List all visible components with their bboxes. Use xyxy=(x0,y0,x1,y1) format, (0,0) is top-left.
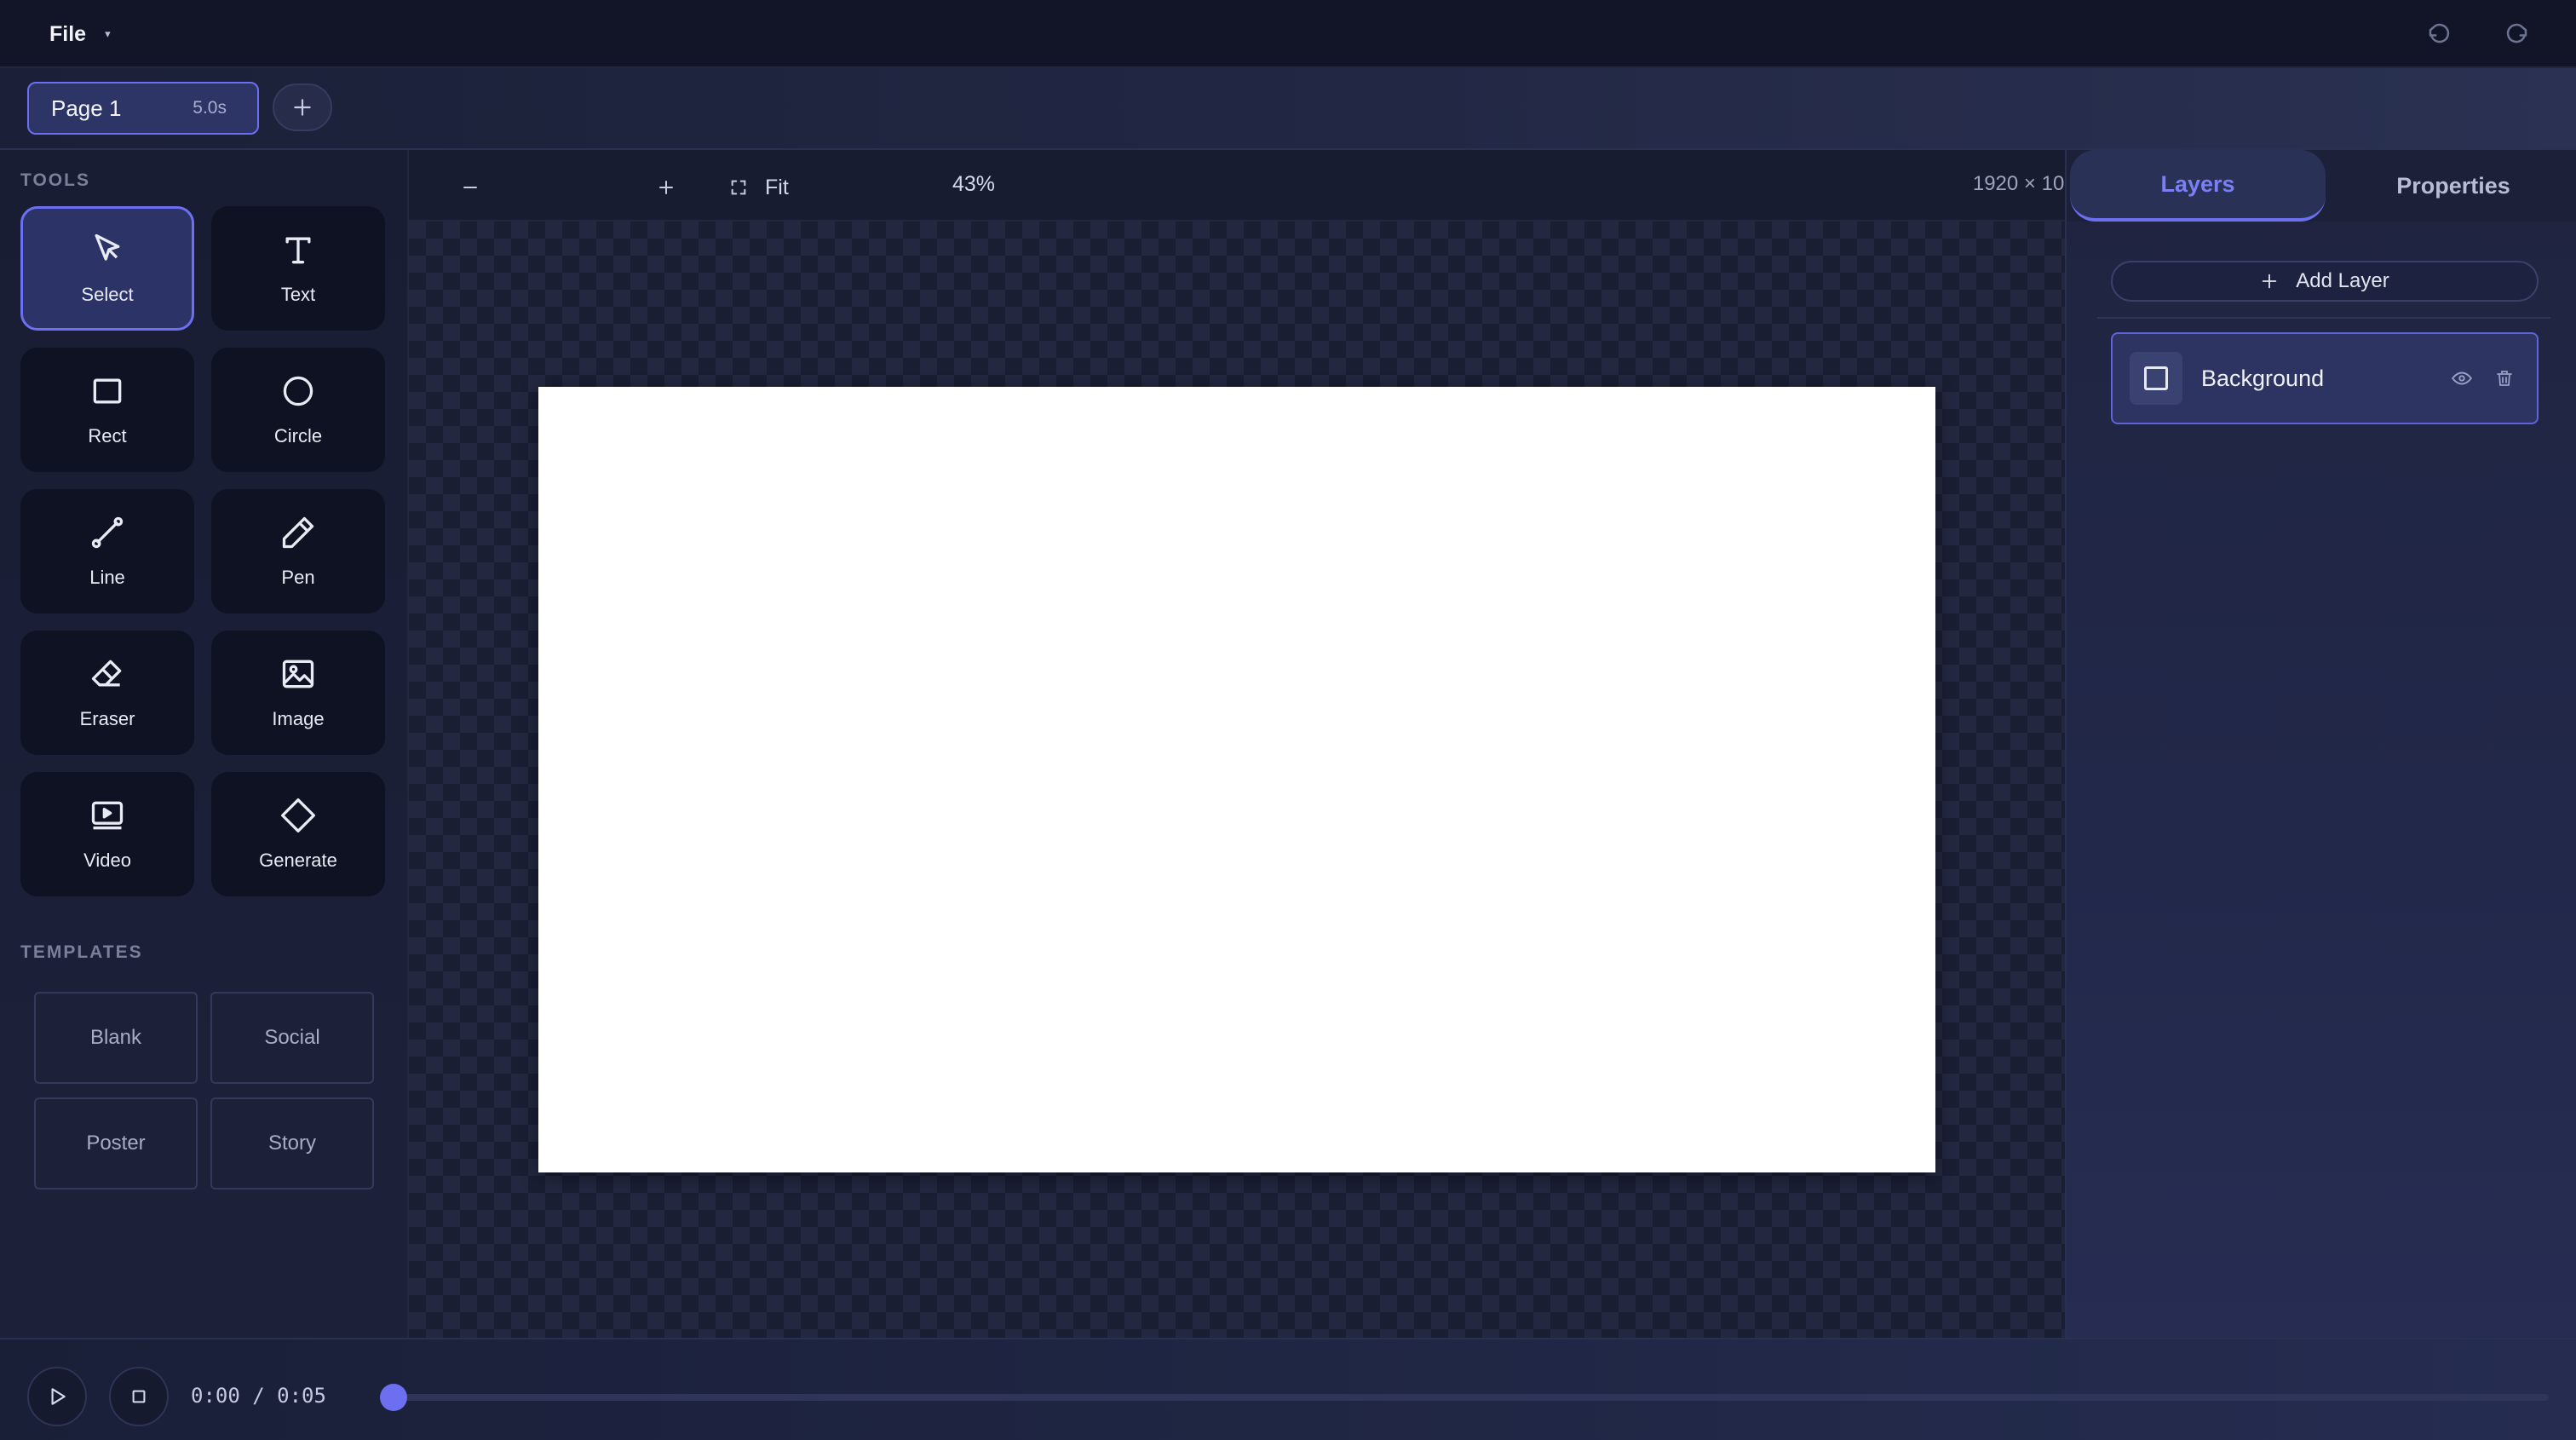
panel-tabs: Layers Properties xyxy=(2067,150,2576,222)
eye-icon[interactable] xyxy=(2445,361,2479,395)
play-button[interactable] xyxy=(27,1367,87,1426)
rectangle-icon xyxy=(93,378,122,404)
divider xyxy=(2097,317,2550,319)
tool-rect[interactable]: Rect xyxy=(20,348,194,472)
tool-label: Video xyxy=(83,850,131,871)
square-icon xyxy=(2144,366,2168,390)
plus-icon xyxy=(659,181,673,194)
tab-properties[interactable]: Properties xyxy=(2326,150,2576,222)
total-time: 0:05 xyxy=(277,1384,326,1408)
undo-icon[interactable] xyxy=(2426,20,2452,46)
pen-icon xyxy=(282,516,314,549)
file-menu[interactable]: File ▾ xyxy=(49,19,111,49)
tool-video[interactable]: Video xyxy=(20,772,194,896)
tab-layers[interactable]: Layers xyxy=(2070,150,2326,222)
artboard[interactable] xyxy=(538,387,1935,1172)
canvas-toolbar: 43% Fit 1920 × 1080 xyxy=(409,150,2114,222)
trash-icon[interactable] xyxy=(2487,361,2521,395)
playhead-handle[interactable] xyxy=(380,1384,407,1411)
template-story[interactable]: Story xyxy=(210,1097,374,1189)
tool-eraser[interactable]: Eraser xyxy=(20,631,194,755)
tools-section-title: TOOLS xyxy=(20,170,90,190)
stop-icon xyxy=(132,1390,146,1403)
video-icon xyxy=(91,801,124,830)
text-icon xyxy=(285,237,311,264)
tool-image[interactable]: Image xyxy=(211,631,385,755)
page-tab-label: Page 1 xyxy=(51,95,122,121)
diamond-icon xyxy=(281,798,315,832)
tool-generate[interactable]: Generate xyxy=(211,772,385,896)
app-window: File ▾ Page 1 5.0s TOOLS Select Text Rec… xyxy=(0,0,2576,1440)
tool-label: Generate xyxy=(259,850,337,871)
timeline: 0:00 / 0:05 xyxy=(0,1338,2576,1440)
template-social[interactable]: Social xyxy=(210,992,374,1084)
fit-screen-icon xyxy=(731,180,746,195)
tool-label: Line xyxy=(89,567,125,588)
tool-label: Eraser xyxy=(79,708,135,729)
line-icon xyxy=(91,516,124,549)
add-layer-label: Add Layer xyxy=(2296,269,2389,292)
tool-label: Circle xyxy=(273,425,323,446)
timeline-track[interactable] xyxy=(394,1394,2549,1401)
tool-label: Image xyxy=(272,708,325,729)
current-time: 0:00 xyxy=(191,1384,240,1408)
zoom-level: 43% xyxy=(952,172,996,196)
cursor-icon xyxy=(95,233,120,261)
time-display: 0:00 / 0:05 xyxy=(191,1384,326,1408)
fit-label: Fit xyxy=(765,175,789,199)
page-bar: Page 1 5.0s xyxy=(0,68,2576,150)
tool-pen[interactable]: Pen xyxy=(211,489,385,613)
tool-select[interactable]: Select xyxy=(20,206,194,331)
zoom-in-button[interactable] xyxy=(649,170,683,204)
page-tab[interactable]: Page 1 5.0s xyxy=(27,82,259,135)
add-page-button[interactable] xyxy=(273,84,332,131)
layer-thumbnail xyxy=(2130,352,2182,405)
tool-label: Select xyxy=(81,284,134,305)
template-blank[interactable]: Blank xyxy=(34,992,198,1084)
page-tab-duration: 5.0s xyxy=(193,98,227,118)
tool-label: Text xyxy=(280,284,316,305)
templates-section-title: TEMPLATES xyxy=(20,942,143,962)
stop-button[interactable] xyxy=(109,1367,169,1426)
eraser-icon xyxy=(91,660,122,687)
image-icon xyxy=(282,660,314,688)
tool-text[interactable]: Text xyxy=(211,206,385,331)
time-separator: / xyxy=(252,1384,265,1408)
circle-icon xyxy=(283,376,313,406)
menu-bar: File ▾ xyxy=(0,0,2576,68)
fit-button[interactable]: Fit xyxy=(729,170,789,204)
tools-sidebar: TOOLS Select Text Rect Circle Line Pen E… xyxy=(0,150,409,1338)
plus-icon xyxy=(2263,274,2277,289)
add-layer-button[interactable]: Add Layer xyxy=(2111,261,2539,302)
zoom-out-button[interactable] xyxy=(453,170,487,204)
minus-icon xyxy=(463,187,477,188)
tool-line[interactable]: Line xyxy=(20,489,194,613)
layer-name: Background xyxy=(2201,365,2325,391)
tool-circle[interactable]: Circle xyxy=(211,348,385,472)
right-panel: Layers Properties Add Layer Background xyxy=(2065,150,2576,1338)
play-icon xyxy=(51,1388,66,1405)
layer-item[interactable]: Background xyxy=(2111,332,2539,424)
tool-label: Rect xyxy=(88,425,127,446)
tool-label: Pen xyxy=(281,567,315,588)
plus-icon xyxy=(294,99,311,116)
template-poster[interactable]: Poster xyxy=(34,1097,198,1189)
file-menu-label: File xyxy=(49,21,87,46)
redo-icon[interactable] xyxy=(2504,20,2530,46)
chevron-down-icon: ▾ xyxy=(105,27,111,40)
